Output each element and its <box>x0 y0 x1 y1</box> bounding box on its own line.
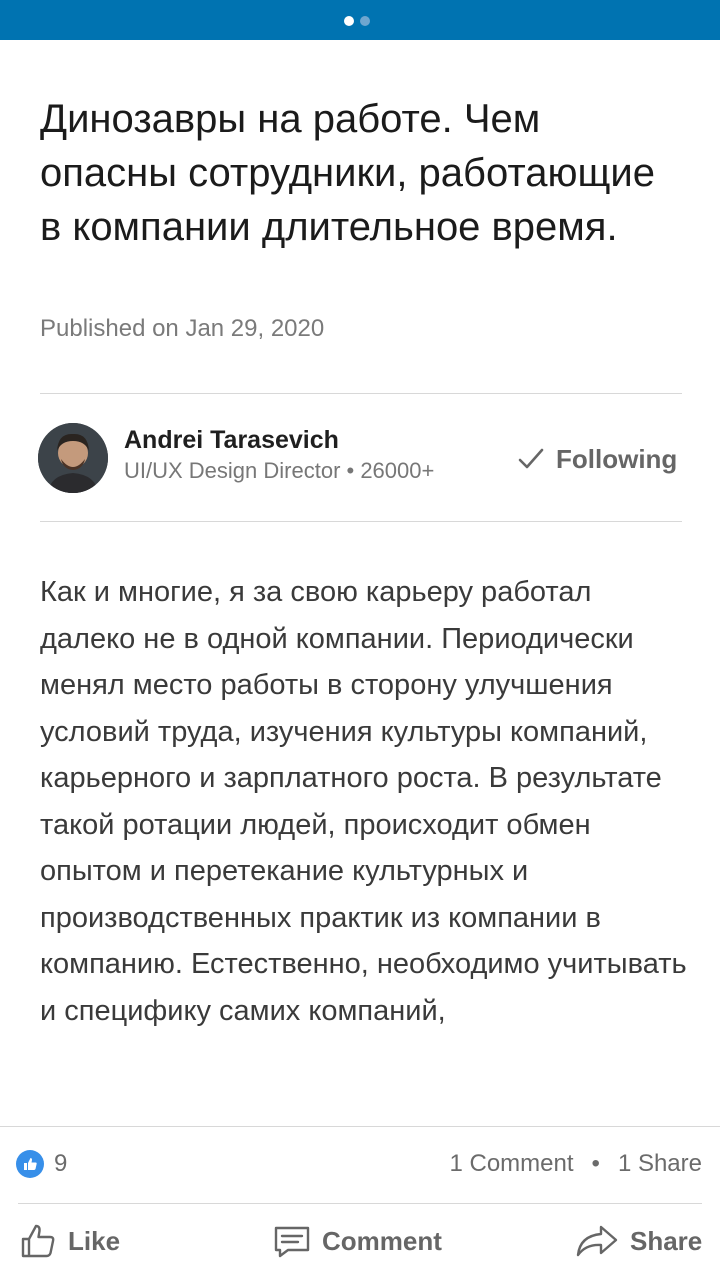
carousel-dot-inactive[interactable] <box>360 16 370 26</box>
divider <box>40 521 682 522</box>
like-reaction-icon <box>16 1150 44 1178</box>
author-name[interactable]: Andrei Tarasevich <box>124 426 339 455</box>
comments-count[interactable]: 1 Comment <box>449 1150 573 1178</box>
thumbs-up-icon <box>21 1224 55 1258</box>
count-separator: • <box>591 1150 600 1177</box>
action-bar: Like Comment Share <box>0 1208 720 1274</box>
article-title: Динозавры на работе. Чем опасны сотрудни… <box>40 97 655 249</box>
author-headline: UI/UX Design Director • 26000+ <box>124 458 435 483</box>
like-label: Like <box>68 1225 121 1256</box>
following-button[interactable]: Following <box>516 440 677 478</box>
published-date: Published on Jan 29, 2020 <box>40 315 325 342</box>
likes-count: 9 <box>54 1150 68 1177</box>
divider <box>0 1126 720 1127</box>
author-avatar[interactable] <box>38 423 108 493</box>
checkmark-icon <box>518 448 544 469</box>
top-bar <box>0 0 720 40</box>
article-body: Как и многие, я за свою карьеру работал … <box>40 576 687 1027</box>
following-label: Following <box>556 443 678 474</box>
reactions-count[interactable]: 9 <box>16 1150 67 1178</box>
share-icon <box>576 1225 618 1257</box>
divider <box>40 393 682 394</box>
share-button[interactable]: Share <box>574 1208 702 1274</box>
divider <box>18 1203 702 1204</box>
engagement-counts: 1 Comment • 1 Share <box>449 1150 702 1178</box>
share-label: Share <box>630 1225 703 1256</box>
comment-label: Comment <box>322 1225 442 1256</box>
shares-count[interactable]: 1 Share <box>618 1150 702 1178</box>
carousel-dot-active[interactable] <box>344 16 354 26</box>
like-button[interactable]: Like <box>18 1208 120 1274</box>
carousel-dots <box>344 16 370 26</box>
comment-button[interactable]: Comment <box>272 1208 442 1274</box>
comment-icon <box>274 1226 310 1258</box>
